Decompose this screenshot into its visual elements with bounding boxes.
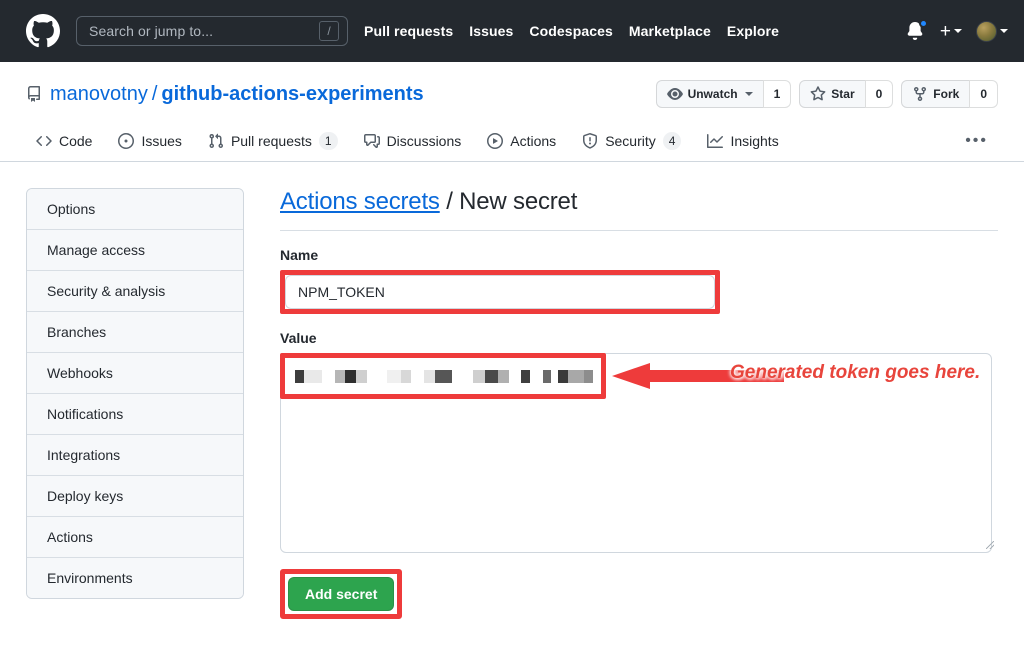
sidebar-item-actions[interactable]: Actions xyxy=(27,517,243,558)
tab-security-badge: 4 xyxy=(662,132,682,150)
value-field-highlight xyxy=(280,353,606,399)
chevron-down-icon xyxy=(1000,29,1008,33)
page-title: Actions secrets / New secret xyxy=(280,188,998,231)
repository-header: manovotny / github-actions-experiments U… xyxy=(0,62,1024,108)
search-input[interactable]: Search or jump to... / xyxy=(76,16,348,46)
tab-security-label: Security xyxy=(605,133,656,149)
header-right-actions: + xyxy=(906,19,1008,42)
nav-item-codespaces[interactable]: Codespaces xyxy=(529,23,612,39)
tab-issues[interactable]: Issues xyxy=(108,125,191,160)
submit-row: Add secret xyxy=(280,569,998,619)
global-nav: Pull requests Issues Codespaces Marketpl… xyxy=(364,23,906,39)
issue-opened-icon xyxy=(118,133,135,149)
create-new-button[interactable]: + xyxy=(940,22,962,41)
chevron-down-icon xyxy=(744,92,753,96)
secret-name-input[interactable] xyxy=(285,275,715,309)
tab-code-label: Code xyxy=(59,133,93,149)
star-count[interactable]: 0 xyxy=(864,80,894,108)
fork-button-group: Fork 0 xyxy=(901,80,998,108)
repo-owner-link[interactable]: manovotny xyxy=(50,83,148,106)
tab-pull-requests-badge: 1 xyxy=(318,132,338,150)
tab-security[interactable]: Security 4 xyxy=(572,124,691,161)
unwatch-button-label: Unwatch xyxy=(687,87,738,101)
notifications-button[interactable] xyxy=(906,19,928,42)
sidebar-item-deploy-keys[interactable]: Deploy keys xyxy=(27,476,243,517)
star-button[interactable]: Star xyxy=(799,80,865,108)
fork-button-label: Fork xyxy=(933,87,960,101)
page-body: Options Manage access Security & analysi… xyxy=(0,162,1024,619)
sidebar-item-environments[interactable]: Environments xyxy=(27,558,243,598)
watcher-count[interactable]: 1 xyxy=(762,80,792,108)
plus-icon: + xyxy=(939,20,951,42)
star-button-group: Star 0 xyxy=(799,80,894,108)
tab-insights[interactable]: Insights xyxy=(697,125,788,160)
tab-pull-requests[interactable]: Pull requests 1 xyxy=(198,124,348,161)
repo-separator: / xyxy=(151,82,158,105)
search-placeholder: Search or jump to... xyxy=(89,23,214,39)
tab-insights-label: Insights xyxy=(730,133,779,149)
fork-count[interactable]: 0 xyxy=(969,80,998,108)
graph-icon xyxy=(707,134,724,148)
sidebar-item-branches[interactable]: Branches xyxy=(27,312,243,353)
eye-icon xyxy=(666,88,683,100)
git-pull-request-icon xyxy=(209,133,223,149)
github-mark-icon[interactable] xyxy=(26,14,60,48)
nav-item-issues[interactable]: Issues xyxy=(469,23,513,39)
repository-nav-tabs: Code Issues Pull requests 1 Discussions … xyxy=(0,124,1024,162)
nav-item-marketplace[interactable]: Marketplace xyxy=(629,23,711,39)
sidebar-item-integrations[interactable]: Integrations xyxy=(27,435,243,476)
tab-actions-label: Actions xyxy=(510,133,557,149)
notification-indicator-dot xyxy=(918,19,928,28)
tab-issues-label: Issues xyxy=(141,133,182,149)
submit-button-highlight: Add secret xyxy=(280,569,403,619)
user-menu-button[interactable] xyxy=(976,20,1008,42)
settings-sidebar: Options Manage access Security & analysi… xyxy=(26,188,244,599)
sidebar-item-notifications[interactable]: Notifications xyxy=(27,394,243,435)
fork-icon xyxy=(914,87,927,102)
nav-item-pull-requests[interactable]: Pull requests xyxy=(364,23,453,39)
settings-main-content: Actions secrets / New secret Name Value xyxy=(280,188,998,619)
add-secret-button[interactable]: Add secret xyxy=(288,577,395,611)
heading-separator: / xyxy=(446,188,453,215)
heading-current: New secret xyxy=(459,188,578,215)
search-shortcut-key: / xyxy=(319,21,339,41)
nav-item-explore[interactable]: Explore xyxy=(727,23,779,39)
more-options-button[interactable]: ••• xyxy=(955,127,998,158)
play-icon xyxy=(487,133,504,149)
tab-discussions[interactable]: Discussions xyxy=(354,125,472,160)
name-field-label: Name xyxy=(280,247,319,263)
tab-actions[interactable]: Actions xyxy=(477,125,566,160)
value-field-wrapper: Generated token goes here. xyxy=(280,353,998,553)
tab-pull-requests-label: Pull requests xyxy=(230,133,312,149)
avatar xyxy=(976,20,997,42)
annotation-text: Generated token goes here. xyxy=(730,362,981,383)
comment-discussion-icon xyxy=(363,134,380,148)
tab-discussions-label: Discussions xyxy=(386,133,462,149)
repo-name-link[interactable]: github-actions-experiments xyxy=(161,83,423,106)
watch-button-group: Unwatch 1 xyxy=(655,80,792,108)
sidebar-item-options[interactable]: Options xyxy=(27,189,243,230)
repo-icon xyxy=(27,86,40,102)
sidebar-item-manage-access[interactable]: Manage access xyxy=(27,230,243,271)
sidebar-item-webhooks[interactable]: Webhooks xyxy=(27,353,243,394)
star-button-label: Star xyxy=(831,87,855,101)
repository-breadcrumb: manovotny / github-actions-experiments xyxy=(26,83,656,106)
value-field-label: Value xyxy=(280,330,317,346)
name-field-highlight xyxy=(280,270,720,314)
sidebar-item-security-analysis[interactable]: Security & analysis xyxy=(27,271,243,312)
actions-secrets-link[interactable]: Actions secrets xyxy=(280,188,440,215)
redacted-secret-value xyxy=(295,369,601,383)
tab-code[interactable]: Code xyxy=(26,125,102,160)
unwatch-button[interactable]: Unwatch xyxy=(655,80,763,108)
code-icon xyxy=(36,135,52,147)
fork-button[interactable]: Fork xyxy=(901,80,970,108)
star-icon xyxy=(810,86,826,101)
repository-actions: Unwatch 1 Star 0 Fork 0 xyxy=(655,80,998,108)
shield-icon xyxy=(583,133,598,149)
chevron-down-icon xyxy=(954,29,962,33)
global-header: Search or jump to... / Pull requests Iss… xyxy=(0,0,1024,62)
